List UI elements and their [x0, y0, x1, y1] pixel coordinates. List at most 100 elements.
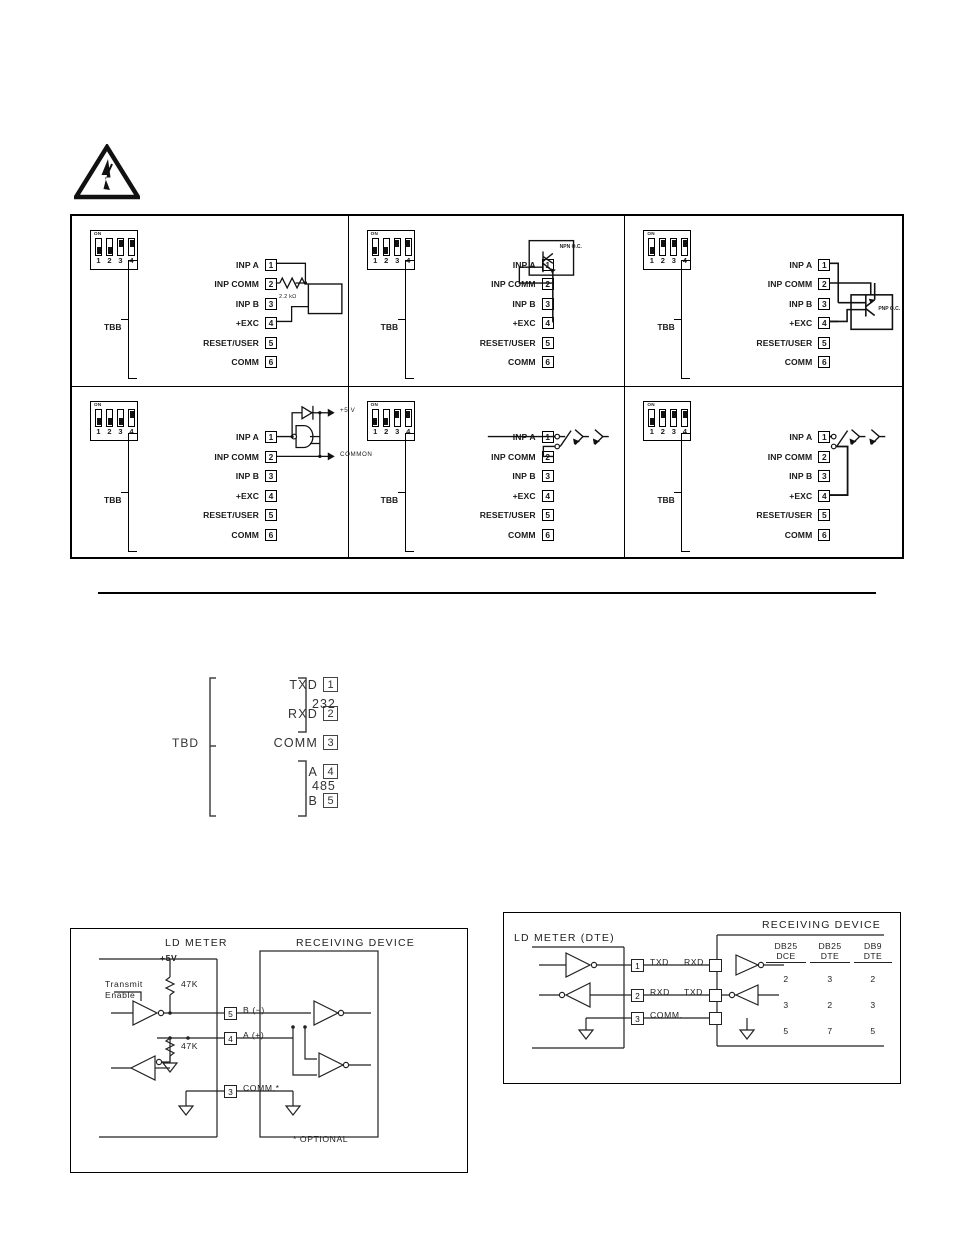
terminal-name: INP A	[789, 259, 813, 270]
db25-dte-value-2: 2	[827, 1000, 833, 1010]
meter-signal-comm: COMM.	[650, 1010, 683, 1020]
terminal-row: +EXC 4	[409, 314, 554, 334]
terminal-name: INP B	[235, 298, 259, 309]
db25-dce-value-3: 5	[783, 1026, 789, 1036]
terminal-number: 5	[541, 509, 554, 522]
dip-num-3: 3	[118, 256, 123, 265]
dip-switch-1[interactable]	[371, 408, 379, 427]
db9-dte-head1: DB9	[864, 941, 882, 951]
db9-dte-column: DB9 DTE 2 3 5	[854, 941, 892, 1041]
dip-switch-3[interactable]	[117, 408, 124, 427]
dip-num-3: 3	[671, 256, 676, 265]
dip-switch-2[interactable]	[106, 408, 113, 427]
rs485-wiring-figure: LD METER RECEIVING DEVICE +5V 47K 47K Tr…	[70, 928, 468, 1173]
pin-box-2: 2	[631, 989, 644, 1002]
terminal-name: +EXC	[789, 318, 813, 329]
tbd-row-list: TXD 1 RXD 2 COMM 3 A4 B5	[218, 670, 338, 815]
dip-num-1: 1	[649, 426, 654, 436]
dip-switch-3[interactable]	[117, 238, 124, 256]
dip-switch-4[interactable]	[681, 408, 689, 427]
terminal-number: 1	[541, 431, 554, 444]
dip-switch-4[interactable]	[128, 408, 135, 427]
terminal-number: 6	[541, 356, 554, 369]
terminal-list: INP A 1 INP COMM 2 INP B 3 +EXC 4 RESET/USER…	[132, 428, 277, 545]
terminal-number: 4	[541, 489, 554, 502]
terminal-name: INP A	[236, 259, 259, 270]
dip-switch-2[interactable]	[382, 238, 390, 256]
terminal-name: INP COMM	[767, 279, 813, 290]
terminal-row: INP COMM 2	[685, 275, 831, 295]
terminal-block-label: TBB	[657, 322, 675, 332]
terminal-name: RESET/USER	[479, 510, 536, 521]
dip-switch-row	[371, 238, 412, 256]
db9-dte-head2: DTE	[854, 951, 892, 963]
terminal-row: COMM 6	[409, 525, 554, 545]
resistor-label-bottom: 47K	[181, 1041, 199, 1051]
terminal-name: INP B	[235, 471, 259, 482]
dip-switch-1[interactable]	[95, 238, 102, 256]
dip-switch-3[interactable]	[670, 408, 678, 427]
terminal-name: INP A	[512, 432, 536, 443]
tbd-row: TXD 1	[218, 670, 338, 699]
terminal-name: INP B	[512, 471, 536, 482]
tbd-signal-name: A	[308, 764, 318, 779]
terminal-row: INP B 3	[132, 467, 277, 487]
terminal-name: COMM	[231, 529, 259, 540]
document-page: ON 1 2 3 4 TBB INP A1 INP COMM 2 INP B 3…	[0, 0, 954, 1235]
dip-switch-1[interactable]	[371, 238, 379, 256]
pnp-oc-device-label: PNP O.C.	[878, 306, 901, 312]
terminal-row: INP COMM 2	[409, 447, 554, 467]
dip-switch-2[interactable]	[659, 408, 667, 427]
dip-num-2: 2	[107, 426, 112, 436]
dip-switch-3[interactable]	[393, 238, 401, 256]
resistor-value-label: 2.2 kΩ	[279, 294, 297, 300]
dip-switch-1[interactable]	[95, 408, 102, 427]
dip-on-label: ON	[370, 231, 379, 236]
dip-switch-1[interactable]	[648, 408, 656, 427]
terminal-list: INP A 1 INP COMM 2 INP B 3 +EXC 4 RESET/USER…	[685, 255, 831, 372]
rs232-wiring-figure: LD METER (DTE) RECEIVING DEVICE 1 2 3 TX…	[503, 912, 901, 1084]
dip-switch-2[interactable]	[659, 238, 667, 256]
terminal-name: RESET/USER	[756, 337, 813, 348]
optional-footnote: * OPTIONAL	[293, 1134, 349, 1144]
dip-num-2: 2	[384, 256, 389, 265]
dip-switch-row	[648, 238, 689, 256]
terminal-block-label: TBB	[104, 494, 122, 505]
dip-switch-3[interactable]	[393, 408, 401, 427]
dip-switch-4[interactable]	[128, 238, 135, 256]
terminal-number: 5	[541, 336, 554, 349]
terminal-row: RESET/USER 5	[409, 333, 554, 353]
meter-signal-txd: TXD	[650, 957, 669, 967]
dip-switch-4[interactable]	[681, 238, 689, 256]
dip-on-label: ON	[94, 231, 102, 236]
meter-signal-rxd: RXD	[650, 987, 670, 997]
terminal-row: INP COMM 2	[685, 447, 831, 467]
dip-switch-1[interactable]	[648, 238, 656, 256]
terminal-row: RESET/USER 5	[132, 506, 277, 526]
terminal-number: 4	[541, 317, 554, 330]
terminal-row: COMM 6	[409, 353, 554, 373]
dip-switch-2[interactable]	[382, 408, 390, 427]
terminal-number: 6	[541, 528, 554, 541]
dip-num-3: 3	[118, 426, 123, 436]
terminal-bracket-tick	[397, 319, 405, 320]
panel-npn-oc: ON 1 2 3 4 TBB INP A1 INP COMM 2 INP B 3…	[348, 216, 626, 387]
terminal-name: INP COMM	[214, 279, 259, 290]
npn-oc-device-label: NPN O.C.	[559, 244, 582, 250]
db9-dte-value-3: 5	[870, 1026, 876, 1036]
terminal-row: INP A 1	[132, 428, 277, 448]
dip-switch-4[interactable]	[404, 238, 412, 256]
terminal-row: INP A 1	[132, 255, 277, 275]
terminal-list: INP A 1 INP COMM 2 INP B 3 +EXC 4 RESET/USER…	[409, 255, 554, 372]
terminal-number: 6	[818, 356, 831, 369]
terminal-row: +EXC 4	[685, 486, 831, 506]
supply-label-5v: +5V	[160, 953, 178, 963]
dip-switch-2[interactable]	[106, 238, 113, 256]
dip-switch-3[interactable]	[670, 238, 678, 256]
pin-box-4: 4	[224, 1032, 237, 1045]
electrical-hazard-triangle-icon	[71, 142, 143, 200]
dip-num-1: 1	[96, 426, 101, 436]
terminal-name: RESET/USER	[756, 510, 813, 521]
pin-box-5: 5	[224, 1007, 237, 1020]
dip-switch-4[interactable]	[404, 408, 412, 427]
